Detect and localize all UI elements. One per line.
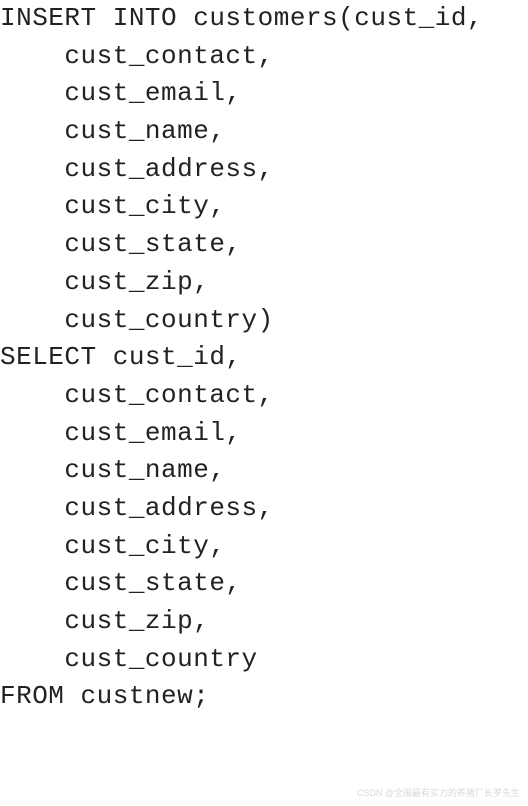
code-line: cust_name, [0,455,225,485]
code-line: cust_zip, [0,606,209,636]
code-line: cust_city, [0,531,225,561]
code-line: cust_state, [0,229,242,259]
code-line: cust_zip, [0,267,209,297]
code-line: cust_country [0,644,258,674]
code-line: INSERT INTO customers(cust_id, [0,3,483,33]
watermark-text: CSDN @全国最有实力的养猪厂长罗先生 [357,787,520,800]
sql-code-block: INSERT INTO customers(cust_id, cust_cont… [0,0,528,716]
code-line: cust_state, [0,568,242,598]
code-line: cust_city, [0,191,225,221]
code-line: SELECT cust_id, [0,342,242,372]
code-line: cust_name, [0,116,225,146]
code-line: cust_address, [0,493,274,523]
code-line: cust_email, [0,78,242,108]
code-line: cust_country) [0,305,274,335]
code-line: cust_address, [0,154,274,184]
code-line: FROM custnew; [0,681,209,711]
code-line: cust_contact, [0,380,274,410]
code-line: cust_email, [0,418,242,448]
code-line: cust_contact, [0,41,274,71]
